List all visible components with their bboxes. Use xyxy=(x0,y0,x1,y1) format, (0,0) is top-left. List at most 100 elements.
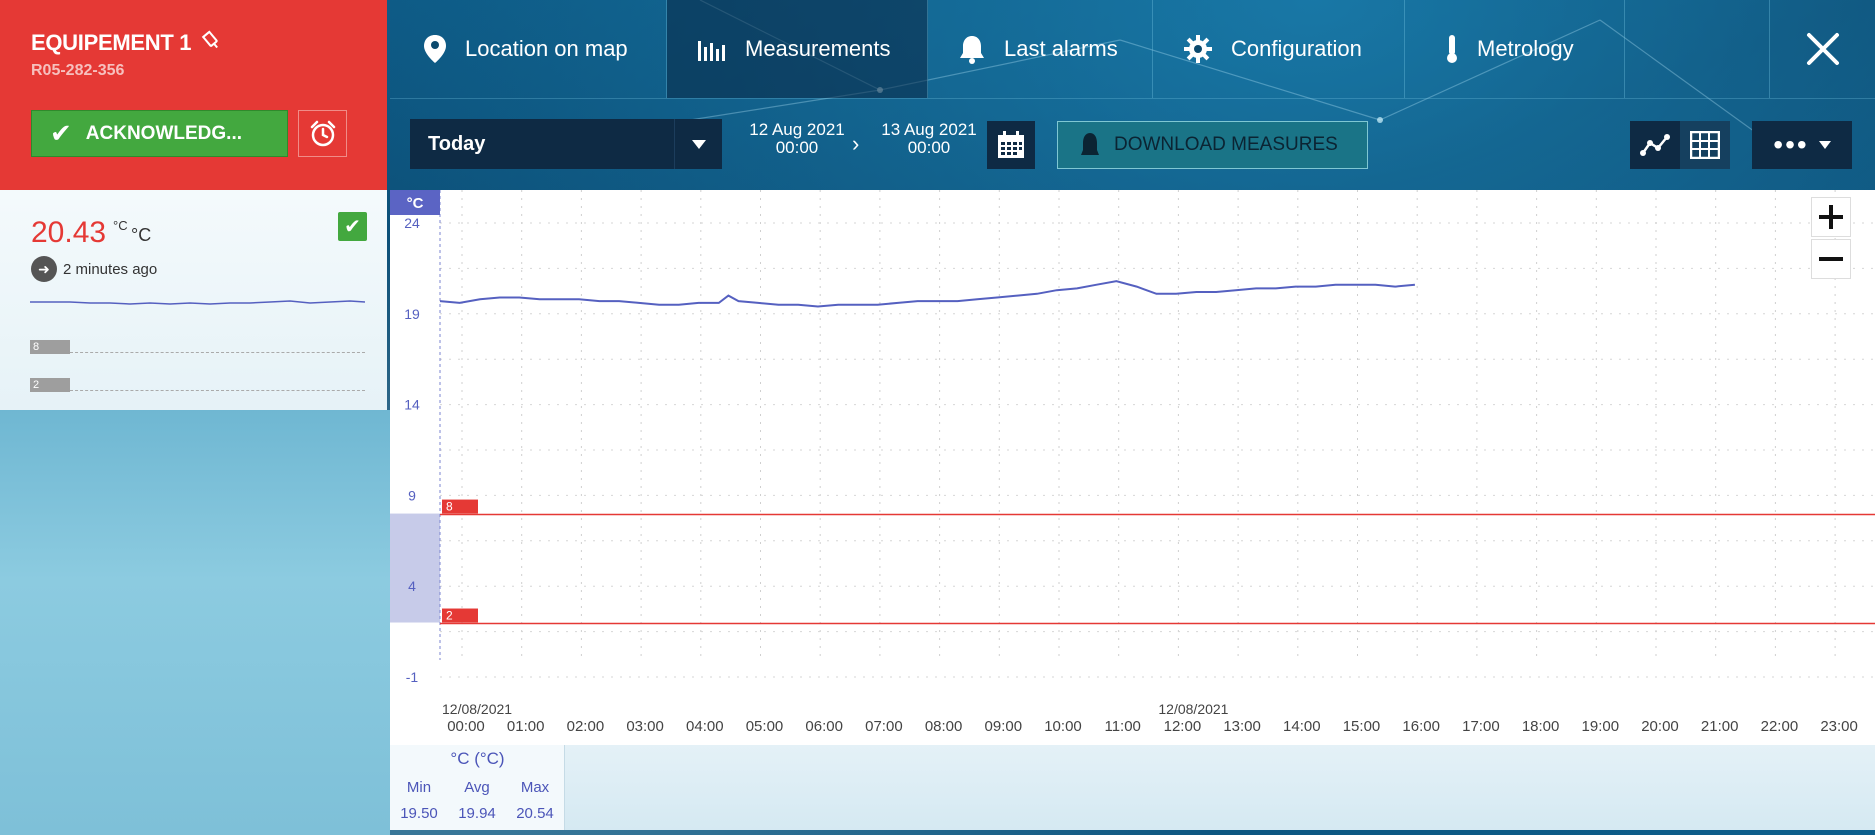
bar-chart-icon xyxy=(697,37,727,61)
syringe-icon xyxy=(197,26,228,58)
calendar-icon xyxy=(998,131,1024,158)
last-seen: ➜ 2 minutes ago xyxy=(31,256,157,282)
chevron-right-icon: › xyxy=(852,131,860,156)
unit-label: °C xyxy=(131,225,152,245)
y-tick-label: 4 xyxy=(408,578,416,594)
snooze-alarm-button[interactable] xyxy=(298,110,347,157)
x-tick-label: 19:00 xyxy=(1582,718,1620,735)
x-tick-label: 12:00 xyxy=(1164,718,1202,735)
measurements-chart-area: °C 24 19 14 9 4 -1 8 2 00:00 01:00 02:00 03:00 04:00 0… xyxy=(390,190,1875,745)
threshold-label-high: 8 xyxy=(30,340,70,354)
series-line xyxy=(439,280,1415,308)
arrow-right-icon: ➜ xyxy=(31,256,57,282)
measurement-card[interactable]: 20.43 °C °C ✔ ➜ 2 minutes ago 8 2 xyxy=(0,190,387,410)
line-chart-icon xyxy=(1640,134,1670,156)
acknowledge-label: ACKNOWLEDG... xyxy=(85,122,243,144)
y-tick-label: 14 xyxy=(404,397,420,413)
tab-label: Measurements xyxy=(745,36,891,61)
tab-configuration[interactable]: Configuration xyxy=(1153,0,1405,98)
x-date-label: 12/08/2021 xyxy=(1158,701,1228,717)
x-tick-label: 07:00 xyxy=(865,718,903,735)
threshold-line-low xyxy=(70,390,365,391)
tab-label: Last alarms xyxy=(1004,36,1118,61)
x-date-label: 12/08/2021 xyxy=(442,701,512,717)
zoom-in-button[interactable] xyxy=(1811,197,1851,237)
measurements-chart[interactable]: °C 24 19 14 9 4 -1 8 2 00:00 01:00 02:00 03:00 04:00 0… xyxy=(390,190,1875,745)
normal-range-band xyxy=(390,513,440,623)
tab-metrology[interactable]: Metrology xyxy=(1405,0,1625,98)
unit-superscript: °C xyxy=(113,218,128,233)
threshold-label-low: 2 xyxy=(30,378,70,392)
close-icon xyxy=(1806,33,1839,65)
table-view-button[interactable] xyxy=(1680,121,1730,169)
from-date-day: 12 Aug 2021 xyxy=(749,120,845,139)
tab-location-on-map[interactable]: Location on map xyxy=(390,0,667,98)
tab-label: Metrology xyxy=(1477,36,1574,61)
x-tick-label: 22:00 xyxy=(1761,718,1799,735)
threshold-line-high xyxy=(70,352,365,353)
current-value: 20.43 xyxy=(31,216,107,249)
period-value: Today xyxy=(428,132,486,155)
to-date[interactable]: 13 Aug 2021 00:00 xyxy=(874,121,984,157)
gear-icon xyxy=(1183,34,1213,64)
x-tick-label: 16:00 xyxy=(1402,718,1440,735)
download-label: DOWNLOAD MEASURES xyxy=(1114,134,1338,155)
more-options-button[interactable]: ••• xyxy=(1752,121,1852,169)
y-tick-label: 24 xyxy=(404,215,420,231)
x-tick-label: 08:00 xyxy=(925,718,963,735)
threshold-marker-label: 2 xyxy=(446,609,453,623)
more-label: ••• xyxy=(1773,129,1809,160)
statistics-box: °C (°C) Min Avg Max 19.50 19.94 20.54 xyxy=(390,745,565,830)
x-tick-label: 02:00 xyxy=(567,718,605,735)
stat-label-avg: Avg xyxy=(464,779,490,796)
x-tick-label: 06:00 xyxy=(805,718,843,735)
measurements-toolbar: Today 12 Aug 2021 00:00 › 13 Aug 2021 00… xyxy=(390,98,1875,190)
x-tick-label: 01:00 xyxy=(507,718,545,735)
grid-icon xyxy=(1690,131,1720,159)
x-tick-label: 10:00 xyxy=(1044,718,1082,735)
statistics-title: °C (°C) xyxy=(450,749,505,768)
to-date-day: 13 Aug 2021 xyxy=(881,120,977,139)
x-tick-label: 00:00 xyxy=(447,718,485,735)
y-tick-label: -1 xyxy=(406,669,419,685)
x-tick-label: 09:00 xyxy=(985,718,1023,735)
statistics-bar: °C (°C) Min Avg Max 19.50 19.94 20.54 xyxy=(390,745,1875,830)
y-tick-label: 19 xyxy=(404,306,420,322)
stat-label-max: Max xyxy=(520,779,550,796)
tab-measurements[interactable]: Measurements xyxy=(667,0,928,98)
calendar-button[interactable] xyxy=(987,121,1035,169)
period-select[interactable]: Today xyxy=(410,119,722,169)
minus-icon xyxy=(1819,257,1843,261)
x-tick-label: 14:00 xyxy=(1283,718,1321,735)
bell-icon xyxy=(1080,132,1100,158)
stat-label-min: Min xyxy=(406,779,432,796)
acknowledge-button[interactable]: ✔ ACKNOWLEDG... xyxy=(31,110,288,157)
equipment-title: EQUIPEMENT 1 xyxy=(31,30,223,56)
chevron-down-icon xyxy=(674,119,722,169)
check-icon: ✔ xyxy=(50,118,72,148)
equipment-header: EQUIPEMENT 1 R05-282-356 ✔ ACKNOWLEDG... xyxy=(0,0,387,190)
from-date[interactable]: 12 Aug 2021 00:00 xyxy=(742,121,852,157)
from-date-time: 00:00 xyxy=(775,138,819,157)
x-tick-label: 23:00 xyxy=(1820,718,1858,735)
threshold-marker-label: 8 xyxy=(446,500,453,514)
download-measures-button[interactable]: DOWNLOAD MEASURES xyxy=(1057,121,1368,169)
chevron-down-icon xyxy=(1818,141,1831,149)
x-tick-label: 15:00 xyxy=(1343,718,1381,735)
last-seen-text: 2 minutes ago xyxy=(63,260,158,278)
zoom-out-button[interactable] xyxy=(1811,239,1851,279)
stat-value-min: 19.50 xyxy=(400,805,438,822)
threshold-row-low: 2 xyxy=(30,378,365,392)
left-lower-background xyxy=(0,410,390,835)
y-axis-unit-label: °C xyxy=(407,195,424,212)
x-tick-label: 18:00 xyxy=(1522,718,1560,735)
x-tick-label: 17:00 xyxy=(1462,718,1500,735)
chart-view-button[interactable] xyxy=(1630,121,1680,169)
x-tick-label: 11:00 xyxy=(1104,718,1140,735)
sparkline xyxy=(30,300,365,305)
equipment-name: EQUIPEMENT 1 xyxy=(31,30,192,55)
close-button[interactable] xyxy=(1769,0,1875,98)
stat-value-max: 20.54 xyxy=(516,805,554,822)
tab-last-alarms[interactable]: Last alarms xyxy=(928,0,1153,98)
tab-label: Location on map xyxy=(465,36,628,61)
